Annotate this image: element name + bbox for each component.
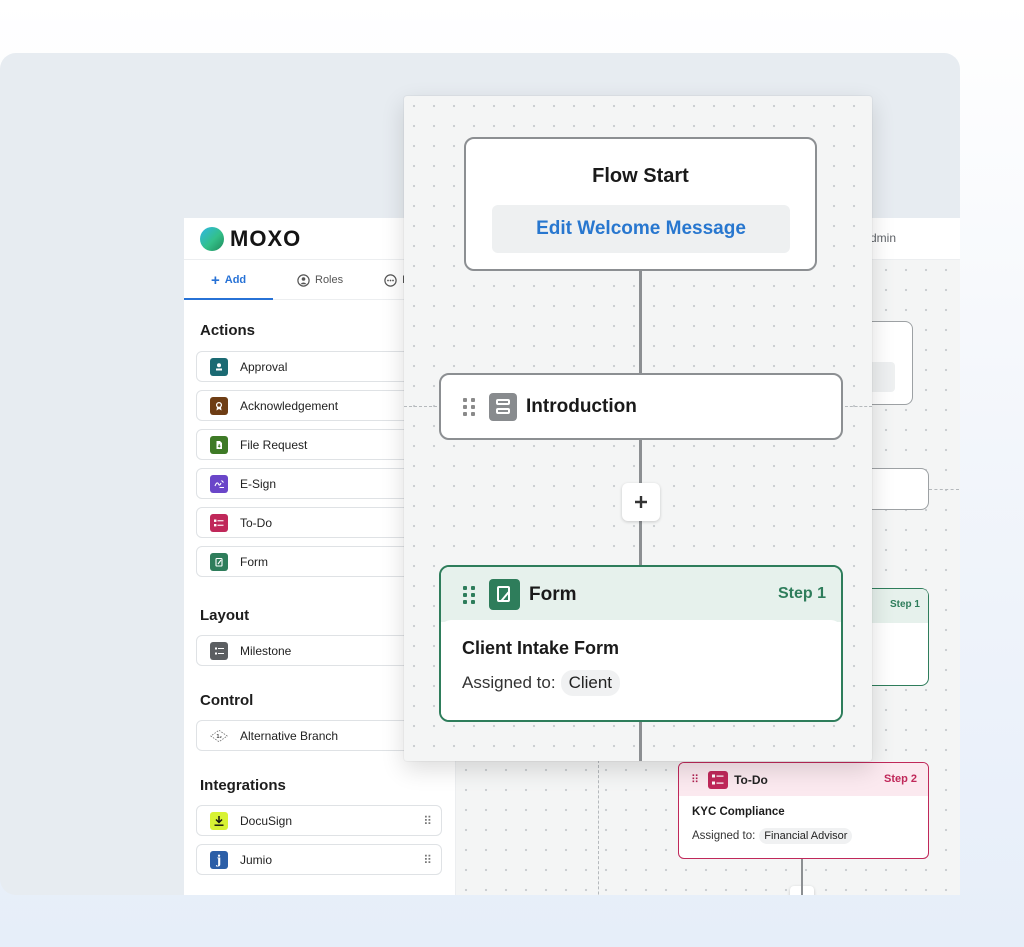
item-label: Milestone: [240, 643, 292, 658]
header-user-text[interactable]: dmin: [870, 231, 896, 245]
add-step-button[interactable]: [622, 483, 660, 521]
todo-step-label: Step 2: [883, 773, 917, 785]
tab-roles-label: Roles: [315, 274, 344, 286]
acknowledgement-icon: [210, 396, 228, 415]
form-node-body: Client Intake Form Assigned to: Client: [441, 620, 841, 720]
item-label: E-Sign: [240, 476, 277, 491]
introduction-label: Introduction: [526, 395, 637, 417]
plus-icon: [635, 496, 647, 508]
drag-handle-icon[interactable]: ⠿: [423, 814, 432, 828]
item-label: Jumio: [240, 852, 273, 867]
tab-add-label: Add: [224, 274, 247, 286]
connector-dashed: [845, 406, 872, 407]
item-label: DocuSign: [240, 813, 293, 828]
tab-roles[interactable]: Roles: [297, 260, 343, 300]
todo-icon: [210, 513, 228, 532]
item-label: Form: [240, 554, 268, 569]
drag-handle-icon[interactable]: [463, 585, 475, 604]
connector-dashed: [404, 406, 437, 407]
section-title-layout: Layout: [200, 607, 250, 624]
form-node-header: Form Step 1: [441, 567, 841, 622]
flow-start-title: Flow Start: [592, 165, 689, 187]
milestone-icon: [489, 392, 517, 421]
edit-welcome-message-button[interactable]: Edit Welcome Message: [492, 205, 790, 253]
ellipsis-circle-icon: [384, 273, 397, 287]
section-title-control: Control: [200, 692, 254, 709]
esign-icon: [210, 474, 228, 493]
todo-node-header: ⠿ To-Do Step 2: [679, 763, 928, 796]
approval-icon: [210, 357, 228, 376]
jumio-icon: j: [210, 850, 228, 869]
step-label: Step 1: [889, 599, 920, 610]
node-todo-kyc[interactable]: ⠿ To-Do Step 2 KYC Compliance Assigned t…: [678, 762, 929, 859]
svg-text:1₂: 1₂: [216, 734, 222, 740]
flow-canvas-zoomed: Flow Start Edit Welcome Message Introduc…: [404, 96, 872, 761]
todo-node-type: To-Do: [734, 772, 768, 787]
form-node-title: Client Intake Form: [462, 638, 620, 658]
file-request-icon: [210, 435, 228, 454]
moxo-logo: MOXO: [200, 226, 301, 252]
milestone-icon: [210, 641, 228, 660]
tab-add[interactable]: + Add: [211, 260, 246, 300]
connector-line: [639, 269, 642, 375]
logo-mark-icon: [200, 227, 224, 251]
form-icon: [210, 552, 228, 571]
node-form-client-intake[interactable]: Form Step 1 Client Intake Form Assigned …: [439, 565, 843, 722]
drag-handle-icon[interactable]: ⠿: [423, 853, 432, 867]
tab-more[interactable]: I: [384, 260, 405, 300]
todo-assignment: Assigned to: Financial Advisor: [692, 828, 853, 844]
item-label: File Request: [240, 437, 308, 452]
sidebar-item-docusign[interactable]: DocuSign ⠿: [196, 805, 442, 836]
section-title-actions: Actions: [200, 322, 256, 339]
logo-text: MOXO: [230, 226, 302, 251]
form-node-type: Form: [529, 583, 577, 605]
form-step-label: Step 1: [777, 585, 826, 602]
person-circle-icon: [297, 273, 310, 287]
assignee-chip[interactable]: Client: [560, 670, 621, 696]
item-label: To-Do: [240, 515, 273, 530]
item-label: Approval: [240, 359, 288, 374]
section-title-integrations: Integrations: [200, 777, 286, 794]
form-assignment: Assigned to: Client: [462, 670, 621, 696]
docusign-icon: [210, 811, 228, 830]
branch-icon: 1₂: [210, 726, 228, 745]
sidebar-item-jumio[interactable]: j Jumio ⠿: [196, 844, 442, 875]
assigned-label: Assigned to:: [692, 830, 756, 842]
todo-node-title: KYC Compliance: [692, 806, 785, 818]
connector-dashed: [929, 489, 959, 490]
drag-handle-icon[interactable]: ⠿: [691, 773, 699, 786]
form-icon: [489, 579, 520, 610]
todo-icon: [708, 770, 729, 789]
node-flow-start[interactable]: Flow Start Edit Welcome Message: [464, 137, 817, 271]
drag-handle-icon[interactable]: [463, 397, 475, 416]
connector-line: [801, 859, 803, 895]
assignee-chip[interactable]: Financial Advisor: [759, 828, 853, 844]
connector-line: [639, 720, 642, 761]
connector-dashed-vertical: [598, 760, 599, 895]
node-introduction[interactable]: Introduction: [439, 373, 843, 440]
plus-icon: +: [211, 271, 220, 289]
item-label: Acknowledgement: [240, 398, 339, 413]
assigned-label: Assigned to:: [462, 673, 556, 692]
item-label: Alternative Branch: [240, 728, 339, 743]
